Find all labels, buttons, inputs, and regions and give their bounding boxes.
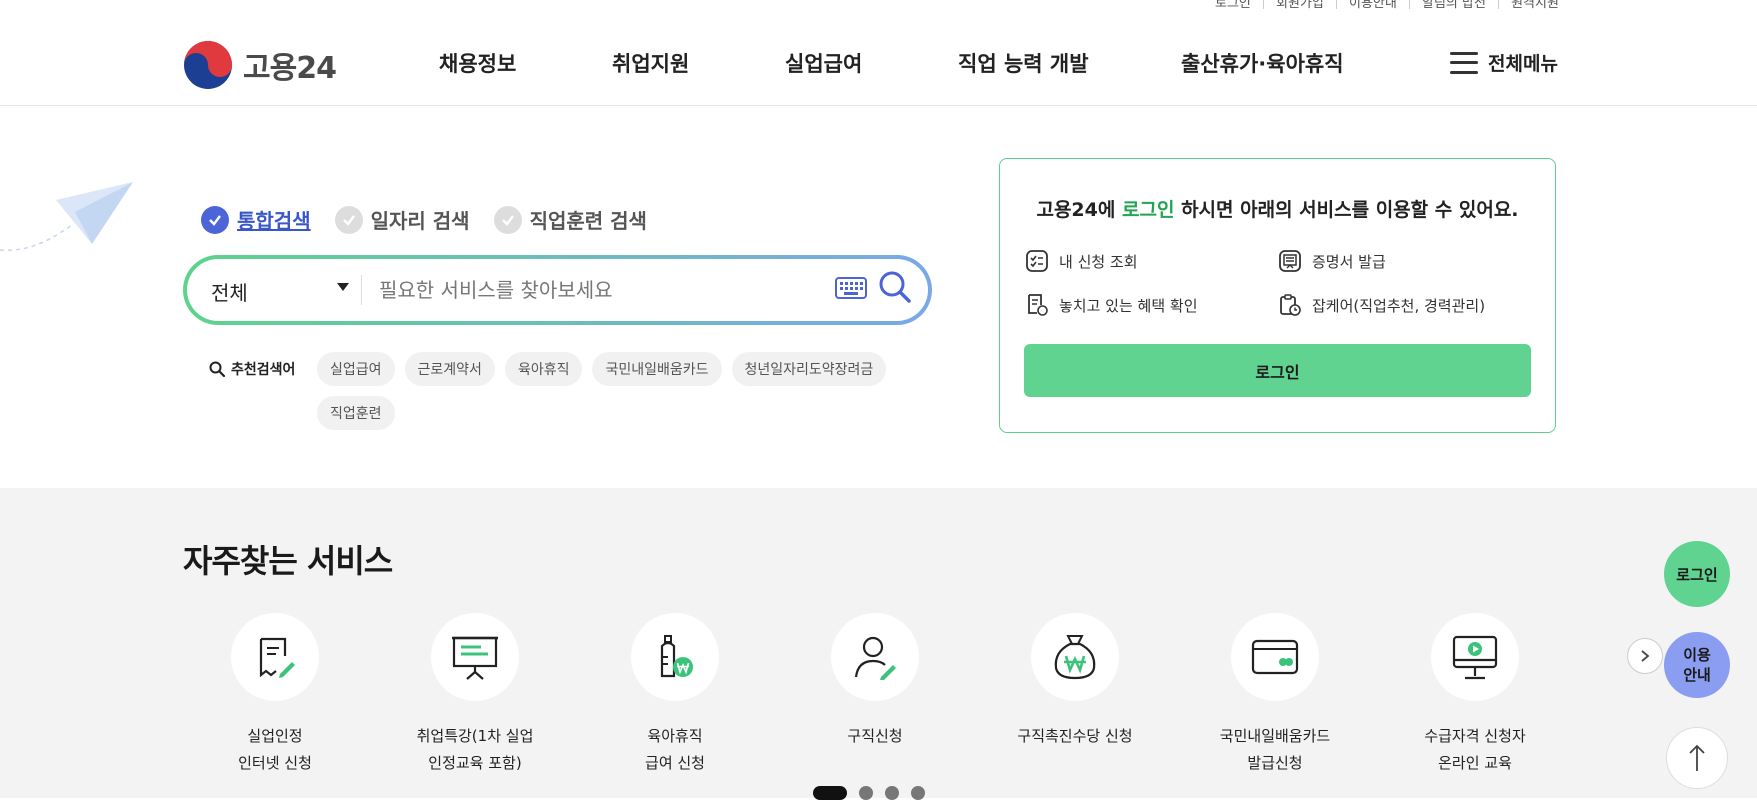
logo-text: 고용24 [243,51,337,86]
login-highlight: 로그인 [1121,199,1175,221]
scroll-top-button[interactable] [1666,727,1728,789]
check-icon [493,205,522,234]
benefit-document-icon [1028,294,1048,316]
nav-item-job-training[interactable]: 직업 능력 개발 [958,48,1089,78]
service-jobcare: 잡케어(직업추천, 경력관리) [1278,293,1485,317]
nav-item-parental-leave[interactable]: 출산휴가·육아휴직 [1181,48,1344,78]
arrow-up-icon [1689,744,1705,771]
service-missed-benefits: 놓치고 있는 혜택 확인 [1025,293,1198,317]
clipboard-clock-icon [1280,294,1301,316]
tab-integrated-search[interactable]: 통합검색 [201,205,311,234]
login-card: 고용24에 로그인 하시면 아래의 서비스를 이용할 수 있어요. 내 신청 조… [999,158,1556,433]
search-input[interactable] [377,271,797,309]
tab-training-search[interactable]: 직업훈련 검색 [493,205,647,234]
utility-links: 로그인 회원가입 이용안내 알림의 밥전 원격지원 [1215,0,1571,11]
service-learning-card[interactable]: 국민내일배움카드 발급신청 [1175,613,1375,777]
baby-bottle-icon [660,635,693,678]
keyboard-icon[interactable] [835,277,867,299]
service-certificate: 증명서 발급 [1278,249,1386,273]
login-card-title: 고용24에 로그인 하시면 아래의 서비스를 이용할 수 있어요. [1036,199,1519,221]
divider [361,275,362,305]
frequent-services-section: 자주찾는 서비스 실업인정 인터넷 신청 취업특강(1차 실업 인정교육 포함)… [0,488,1757,798]
check-icon [334,205,363,234]
chevron-right-icon [1641,650,1650,662]
taegeuk-logo-icon [184,41,232,89]
service-employment-lecture[interactable]: 취업특강(1차 실업 인정교육 포함) [375,613,575,777]
search-inner: 전체 [187,259,928,321]
category-selected-value: 전체 [211,281,248,305]
site-header: 로그인 회원가입 이용안내 알림의 밥전 원격지원 고용24 채용정보 취업지원… [0,0,1757,106]
nav-item-jobs[interactable]: 채용정보 [439,48,516,78]
service-my-applications: 내 신청 조회 [1025,249,1138,273]
floating-guide-button[interactable]: 이용 안내 [1664,632,1730,698]
money-bag-icon [1054,635,1096,680]
presentation-board-icon [452,636,498,680]
checklist-icon [1026,250,1048,272]
paper-plane-icon [0,182,133,251]
section-title: 자주찾는 서비스 [183,542,393,580]
monitor-play-icon [1452,635,1498,680]
person-pen-icon [854,636,896,680]
util-link-notice[interactable]: 알림의 밥전 [1422,0,1486,11]
caret-down-icon [337,283,349,291]
service-job-promotion-allowance[interactable]: 구직촉진수당 신청 [975,613,1175,750]
keyword-chip[interactable]: 근로계약서 [404,352,495,386]
util-link-signup[interactable]: 회원가입 [1276,0,1324,11]
nav-item-unemployment-benefit[interactable]: 실업급여 [785,48,862,78]
keyword-chip[interactable]: 실업급여 [317,352,395,386]
floating-login-button[interactable]: 로그인 [1664,541,1730,607]
certificate-icon [1279,250,1301,272]
util-link-remote-support[interactable]: 원격지원 [1511,0,1559,11]
util-link-guide[interactable]: 이용안내 [1349,0,1397,11]
tab-job-search[interactable]: 일자리 검색 [334,205,470,234]
nav-item-employment-support[interactable]: 취업지원 [612,48,689,78]
search-tabs: 통합검색 일자리 검색 직업훈련 검색 [201,205,671,234]
keyword-chip[interactable]: 직업훈련 [317,396,395,430]
service-unemployment-certification[interactable]: 실업인정 인터넷 신청 [175,613,375,777]
hamburger-icon [1450,51,1478,74]
keyword-chip[interactable]: 청년일자리도약장려금 [731,352,887,386]
carousel-next-button[interactable] [1627,638,1663,674]
keyword-chip[interactable]: 국민내일배움카드 [592,352,722,386]
all-menu-button[interactable]: 전체메뉴 [1450,49,1558,76]
check-icon [201,205,229,234]
keyword-chips: 실업급여 근로계약서 육아휴직 국민내일배움카드 청년일자리도약장려금 직업훈련 [317,352,937,430]
search-box: 전체 [183,255,932,325]
keyword-chip[interactable]: 육아휴직 [504,352,583,386]
util-link-login[interactable]: 로그인 [1215,0,1251,11]
service-job-application[interactable]: 구직신청 [775,613,975,750]
tab-label: 통합검색 [237,209,311,233]
tab-label: 직업훈련 검색 [529,209,647,233]
recommended-title: 추천검색어 [209,359,295,379]
service-parental-leave-benefit[interactable]: 육아휴직 급여 신청 [575,613,775,777]
card-icon [1251,639,1299,675]
login-button[interactable]: 로그인 [1024,344,1531,397]
category-select[interactable]: 전체 [211,277,351,306]
all-menu-label: 전체메뉴 [1488,53,1558,75]
document-pen-icon [259,637,295,678]
tab-label: 일자리 검색 [370,209,470,233]
service-online-education[interactable]: 수급자격 신청자 온라인 교육 [1375,613,1575,777]
site-logo[interactable]: 고용24 [183,40,337,90]
search-icon[interactable] [877,269,913,305]
search-icon [209,361,225,377]
